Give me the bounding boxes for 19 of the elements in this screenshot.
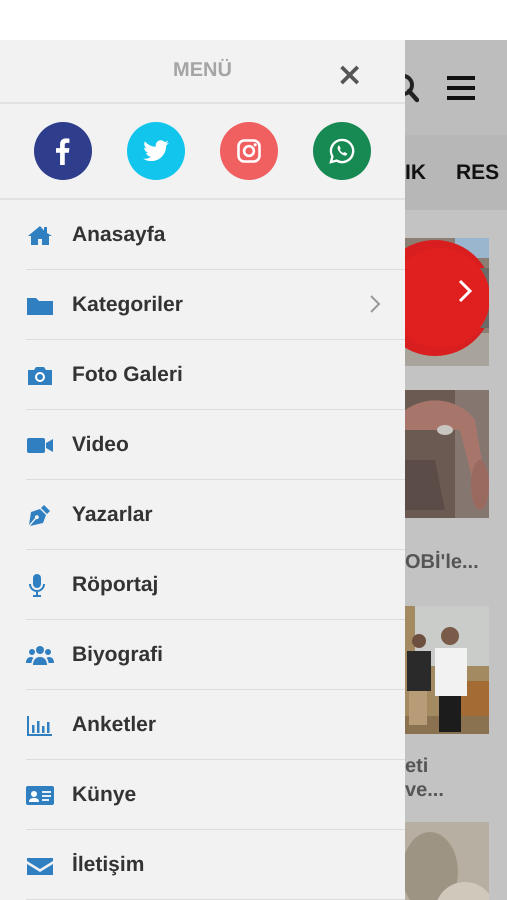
category-tab[interactable]: IK bbox=[405, 160, 426, 184]
news-title: OBİ'le... bbox=[405, 550, 480, 574]
menu-item[interactable]: Anasayfa bbox=[26, 200, 405, 270]
menu-item[interactable]: Video bbox=[26, 410, 405, 480]
news-title: ve... bbox=[405, 778, 445, 802]
menu-icon[interactable] bbox=[445, 74, 477, 102]
close-button[interactable]: × bbox=[332, 58, 367, 90]
menu-item[interactable]: Foto Galeri bbox=[26, 340, 405, 410]
menu-item[interactable]: Biyografi bbox=[26, 620, 405, 690]
chevron-right-icon[interactable] bbox=[457, 278, 473, 304]
phone-bubble-icon bbox=[328, 136, 356, 165]
camera-outline-icon bbox=[235, 136, 263, 165]
category-tab[interactable]: RES bbox=[456, 160, 500, 184]
search-icon[interactable] bbox=[405, 72, 419, 102]
menu-item[interactable]: Kategoriler bbox=[26, 270, 405, 340]
menu-title: MENÜ bbox=[173, 59, 232, 82]
menu-item[interactable]: İletişim bbox=[26, 830, 405, 900]
menu-item[interactable]: Künye bbox=[26, 760, 405, 830]
news-title: eti bbox=[405, 754, 430, 778]
